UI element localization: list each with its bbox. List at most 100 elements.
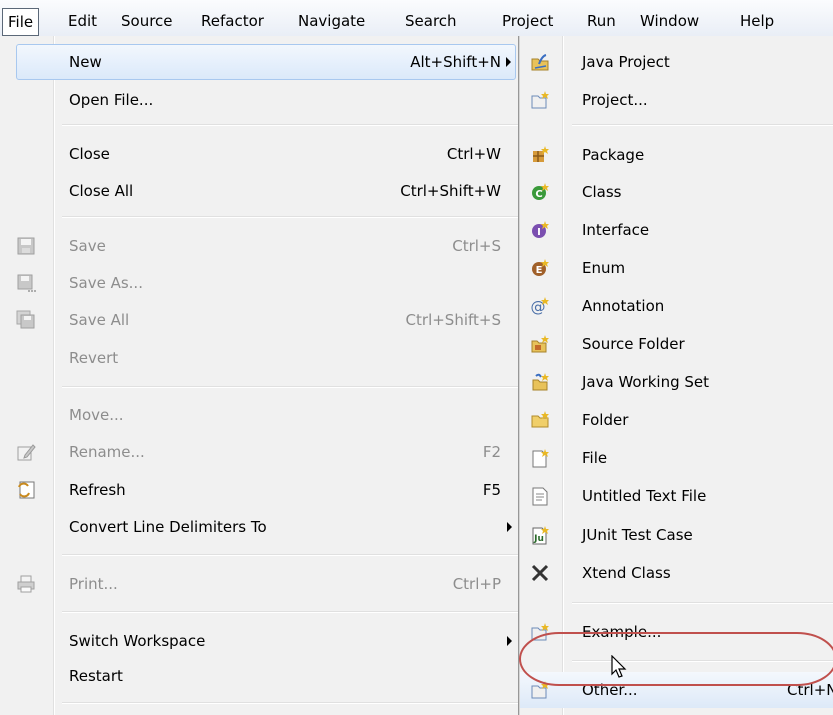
menu-item-label: Open File... bbox=[69, 91, 154, 109]
menu-search[interactable]: Search bbox=[403, 9, 459, 33]
menu-item-label: Switch Workspace bbox=[69, 632, 206, 650]
refresh-icon bbox=[16, 480, 36, 500]
submenu-arrow-icon bbox=[507, 636, 512, 646]
mouse-pointer-icon bbox=[611, 654, 631, 681]
annotation-icon: @ bbox=[530, 296, 550, 316]
menu-item-accelerator: Ctrl+Shift+W bbox=[400, 182, 501, 200]
menu-file[interactable]: File bbox=[2, 8, 40, 36]
menu-item-label: Save As... bbox=[69, 274, 143, 292]
enum-icon: E bbox=[530, 258, 550, 278]
menu-item-untitled-text-file[interactable]: Untitled Text File bbox=[520, 478, 833, 514]
highlight-oval bbox=[519, 632, 833, 686]
menu-item-label: Package bbox=[582, 146, 645, 164]
svg-text:I: I bbox=[537, 227, 541, 238]
menu-item-label: Enum bbox=[582, 259, 626, 277]
menu-item-label: Save bbox=[69, 237, 106, 255]
menu-bar: File Edit Source Refactor Navigate Searc… bbox=[0, 0, 833, 36]
menu-item-label: Project... bbox=[582, 91, 648, 109]
menu-item-convert-line-delimiters[interactable]: Convert Line Delimiters To bbox=[0, 509, 518, 545]
menu-separator bbox=[572, 124, 833, 126]
menu-item-class[interactable]: C Class bbox=[520, 174, 833, 210]
menu-item-accelerator: Alt+Shift+N bbox=[410, 53, 501, 71]
menu-source[interactable]: Source bbox=[119, 9, 175, 33]
menu-item-label: Refresh bbox=[69, 481, 126, 499]
menu-item-junit-test-case[interactable]: Ju JUnit Test Case bbox=[520, 517, 833, 553]
menu-item-label: Java Working Set bbox=[582, 373, 710, 391]
menu-item-refresh[interactable]: Refresh F5 bbox=[0, 472, 518, 508]
submenu-arrow-icon bbox=[506, 57, 511, 67]
menu-item-interface[interactable]: I Interface bbox=[520, 212, 833, 248]
menu-separator bbox=[62, 386, 518, 388]
menu-item-enum[interactable]: E Enum bbox=[520, 250, 833, 286]
folder-icon bbox=[530, 410, 550, 430]
menu-item-open-file[interactable]: Open File... bbox=[0, 82, 518, 118]
menu-item-package[interactable]: Package bbox=[520, 137, 833, 173]
menu-item-label: Close All bbox=[69, 182, 134, 200]
source-folder-icon bbox=[530, 334, 550, 354]
menu-item-accelerator: F2 bbox=[482, 443, 501, 461]
svg-text:C: C bbox=[535, 189, 542, 200]
save-icon bbox=[16, 236, 36, 256]
menu-item-label: Revert bbox=[69, 349, 119, 367]
menu-item-folder[interactable]: Folder bbox=[520, 402, 833, 438]
menu-item-close[interactable]: Close Ctrl+W bbox=[0, 136, 518, 172]
java-project-icon bbox=[530, 52, 550, 72]
menu-item-xtend-class[interactable]: Xtend Class bbox=[520, 555, 833, 591]
menu-item-label: Interface bbox=[582, 221, 650, 239]
menu-item-label: Folder bbox=[582, 411, 629, 429]
menu-item-switch-workspace[interactable]: Switch Workspace bbox=[0, 623, 518, 659]
save-as-icon bbox=[16, 273, 36, 293]
menu-item-label: Rename... bbox=[69, 443, 145, 461]
menu-item-label: Convert Line Delimiters To bbox=[69, 518, 267, 536]
menu-item-print[interactable]: Print... Ctrl+P bbox=[0, 566, 518, 602]
svg-text:Ju: Ju bbox=[533, 534, 544, 544]
menu-item-source-folder[interactable]: Source Folder bbox=[520, 326, 833, 362]
save-all-icon bbox=[16, 310, 36, 330]
menu-item-label: Class bbox=[582, 183, 622, 201]
text-file-icon bbox=[530, 486, 550, 506]
menu-item-save-all[interactable]: Save All Ctrl+Shift+S bbox=[0, 302, 518, 338]
menu-item-revert[interactable]: Revert bbox=[0, 340, 518, 376]
new-submenu: Java Project Project... Package C Class … bbox=[519, 36, 833, 715]
menu-item-restart[interactable]: Restart bbox=[0, 658, 518, 694]
menu-item-file[interactable]: File bbox=[520, 440, 833, 476]
menu-separator bbox=[62, 554, 518, 556]
menu-item-close-all[interactable]: Close All Ctrl+Shift+W bbox=[0, 173, 518, 209]
menu-item-label: File bbox=[582, 449, 608, 467]
menu-run[interactable]: Run bbox=[585, 9, 618, 33]
menu-item-java-project[interactable]: Java Project bbox=[520, 44, 833, 80]
menu-item-accelerator: Ctrl+P bbox=[452, 575, 501, 593]
menu-item-accelerator: Ctrl+S bbox=[452, 237, 501, 255]
menu-separator bbox=[62, 702, 518, 704]
menu-separator bbox=[62, 216, 518, 218]
menu-item-label: Move... bbox=[69, 406, 124, 424]
menu-project[interactable]: Project bbox=[500, 9, 555, 33]
menu-item-accelerator: Ctrl+Shift+S bbox=[405, 311, 501, 329]
menu-item-java-working-set[interactable]: Java Working Set bbox=[520, 364, 833, 400]
menu-navigate[interactable]: Navigate bbox=[296, 9, 367, 33]
menu-item-label: JUnit Test Case bbox=[582, 526, 693, 544]
menu-window[interactable]: Window bbox=[638, 9, 701, 33]
menu-item-move[interactable]: Move... bbox=[0, 397, 518, 433]
menu-item-accelerator: Ctrl+W bbox=[446, 145, 501, 163]
menu-separator bbox=[62, 124, 518, 126]
menu-item-project[interactable]: Project... bbox=[520, 82, 833, 118]
menu-item-new[interactable]: New Alt+Shift+N bbox=[16, 44, 516, 80]
menu-item-rename[interactable]: Rename... F2 bbox=[0, 434, 518, 470]
menu-item-label: Source Folder bbox=[582, 335, 685, 353]
project-icon bbox=[530, 90, 550, 110]
menu-item-save-as[interactable]: Save As... bbox=[0, 265, 518, 301]
interface-icon: I bbox=[530, 220, 550, 240]
menu-item-save[interactable]: Save Ctrl+S bbox=[0, 228, 518, 264]
xtend-icon bbox=[530, 563, 550, 583]
menu-item-annotation[interactable]: @ Annotation bbox=[520, 288, 833, 324]
menu-item-accelerator: F5 bbox=[482, 481, 501, 499]
submenu-arrow-icon bbox=[507, 522, 512, 532]
menu-refactor[interactable]: Refactor bbox=[199, 9, 266, 33]
menu-item-label: Print... bbox=[69, 575, 118, 593]
menu-help[interactable]: Help bbox=[738, 9, 776, 33]
menu-edit[interactable]: Edit bbox=[66, 9, 99, 33]
svg-text:E: E bbox=[536, 265, 543, 276]
menu-item-label: Xtend Class bbox=[582, 564, 671, 582]
rename-icon bbox=[16, 442, 36, 462]
